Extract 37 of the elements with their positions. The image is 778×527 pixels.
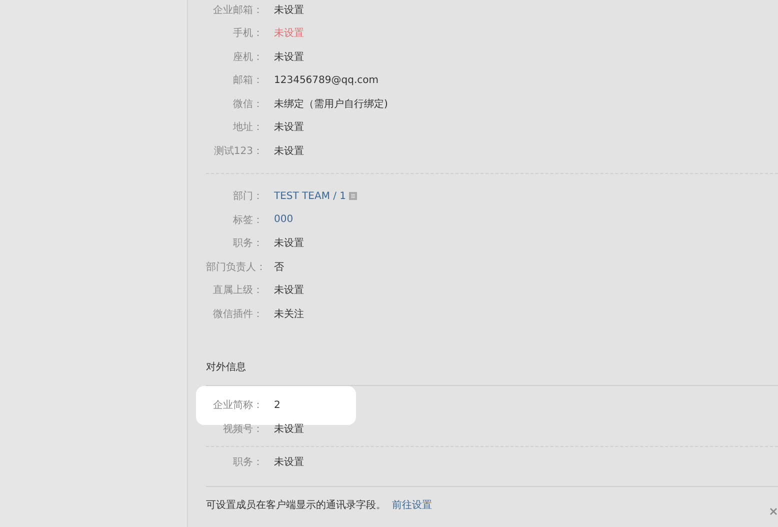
field-value: 否 bbox=[274, 260, 284, 274]
field-value: 未设置 bbox=[274, 422, 304, 436]
field-label: 职务： bbox=[232, 456, 263, 470]
field-label: 视频号： bbox=[222, 422, 263, 436]
settings-link[interactable]: 前往设置 bbox=[392, 498, 432, 512]
field-value: 未设置 bbox=[274, 236, 304, 250]
field-value: 未绑定（需用户自行绑定) bbox=[274, 98, 388, 111]
section-title: 对外信息 bbox=[206, 360, 247, 374]
field-value[interactable]: 000 bbox=[274, 214, 294, 226]
field-label: 部门负责人： bbox=[206, 260, 263, 274]
field-label: 部门： bbox=[232, 190, 263, 204]
close-icon[interactable] bbox=[770, 508, 777, 515]
field-label: 直属上级： bbox=[212, 284, 263, 298]
field-value: 2 bbox=[274, 400, 280, 410]
field-label: 微信插件： bbox=[212, 308, 263, 321]
field-label: 地址： bbox=[232, 120, 263, 134]
field-label: 手机： bbox=[232, 26, 263, 40]
field-label: 邮箱： bbox=[232, 74, 263, 88]
field-value: 未设置 bbox=[274, 4, 304, 17]
field-label: 企业邮箱： bbox=[212, 4, 263, 17]
field-value: 未关注 bbox=[274, 308, 304, 321]
field-label: 微信： bbox=[232, 98, 263, 111]
field-label: 座机： bbox=[232, 50, 263, 64]
list-icon[interactable] bbox=[349, 192, 358, 200]
field-value: 未设置 bbox=[274, 144, 304, 158]
field-label: 测试123： bbox=[212, 144, 263, 158]
field-value: 未设置 bbox=[274, 26, 304, 40]
field-value: 123456789@qq.com bbox=[274, 74, 378, 86]
footer-note: 可设置成员在客户端显示的通讯录字段。 bbox=[206, 498, 386, 512]
field-value: 未设置 bbox=[274, 284, 304, 298]
field-value: 未设置 bbox=[274, 456, 304, 470]
field-value: 未设置 bbox=[274, 50, 304, 64]
field-label: 企业简称： bbox=[212, 398, 263, 412]
field-value[interactable]: TEST TEAM / 1 bbox=[274, 190, 346, 202]
field-label: 标签： bbox=[232, 214, 263, 227]
field-label: 职务： bbox=[232, 237, 263, 250]
field-value: 未设置 bbox=[274, 120, 304, 134]
